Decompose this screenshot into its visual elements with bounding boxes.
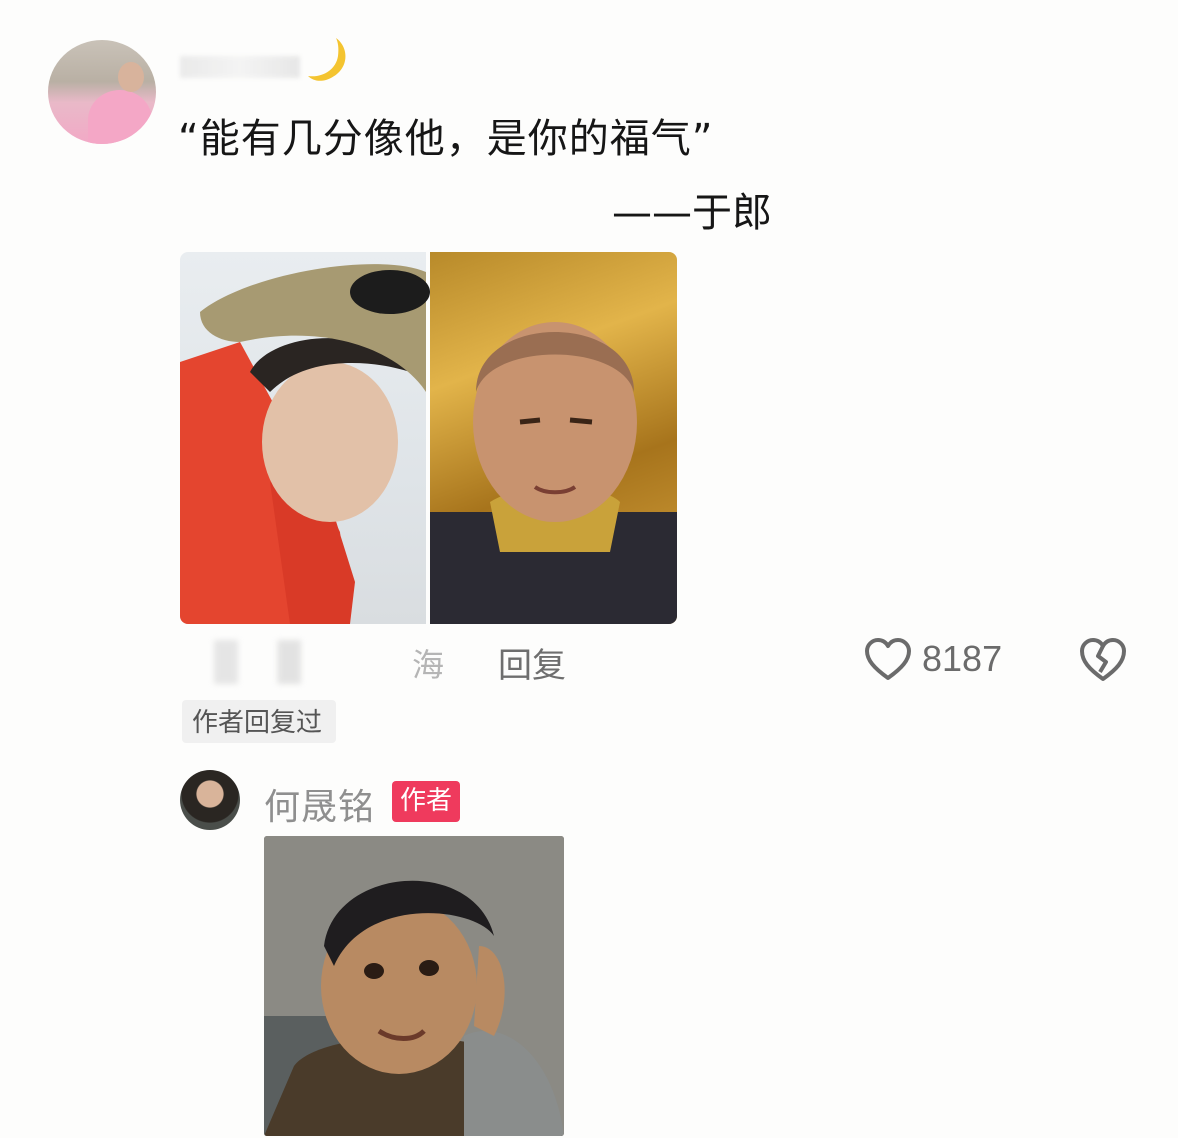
reply-sticker-art xyxy=(264,836,564,1136)
reply-button[interactable]: 回复 xyxy=(498,638,566,687)
comment-image-art xyxy=(180,264,677,624)
author-replied-indicator[interactable]: 作者回复过 xyxy=(182,700,337,743)
comment-meta-blurred xyxy=(214,640,346,684)
broken-heart-icon[interactable] xyxy=(1078,636,1128,684)
commenter-avatar[interactable] xyxy=(48,40,156,144)
heart-outline-icon[interactable] xyxy=(864,637,912,683)
like-count: 8187 xyxy=(922,638,1003,679)
author-avatar[interactable] xyxy=(180,770,240,830)
comment-text: “能有几分像他，是你的福气” xyxy=(178,116,714,162)
author-badge: 作者 xyxy=(392,781,461,822)
reply-sticker-image[interactable] xyxy=(264,836,564,1136)
comment-image[interactable] xyxy=(180,252,677,624)
comment-attribution: ——于郎 xyxy=(612,190,772,236)
comment-location: 海 xyxy=(412,646,445,684)
moon-emoji-icon xyxy=(308,38,346,81)
author-name[interactable]: 何晟铭 xyxy=(264,778,375,830)
commenter-name-blurred[interactable] xyxy=(180,56,300,78)
